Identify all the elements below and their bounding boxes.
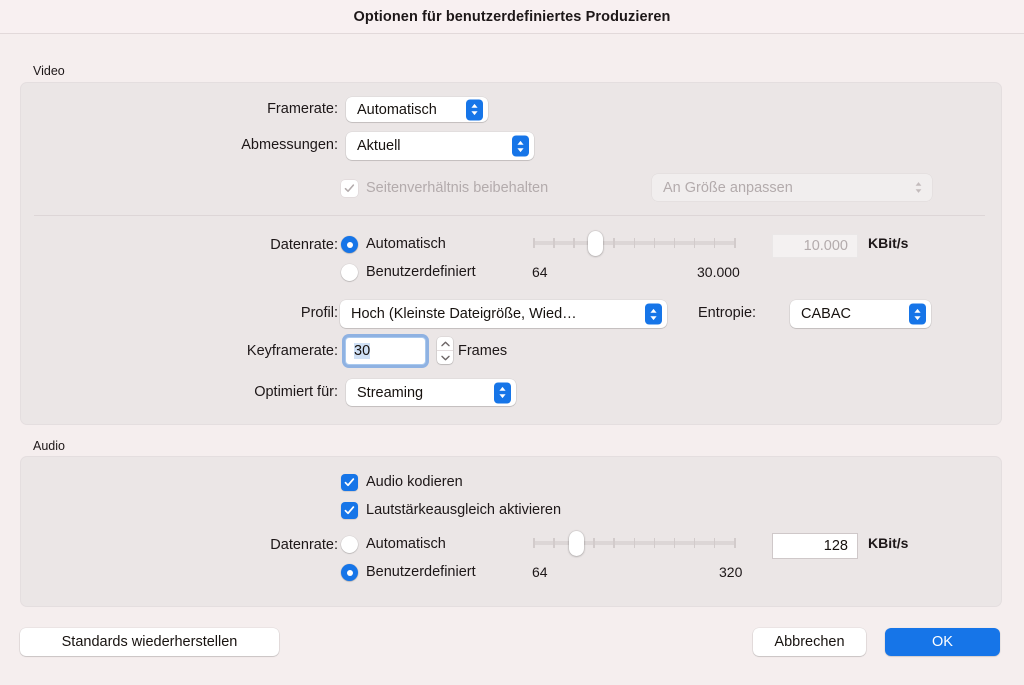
video-slider-max-label: 30.000 [697,264,740,280]
framerate-popup[interactable]: Automatisch [346,97,488,122]
audio-datarate-custom-label: Benutzerdefiniert [366,564,476,580]
entropy-value: CABAC [801,306,851,322]
slider-tick [593,538,595,548]
keyframerate-unit: Frames [458,343,508,359]
slider-tick [653,238,656,248]
checkmark-icon [344,184,355,193]
checkmark-icon [344,506,355,515]
slider-tick [553,238,555,248]
slider-tick [633,538,635,548]
chevron-updown-icon [909,303,926,325]
optimized-for-label: Optimiert für: [254,384,338,400]
slider-tick [653,538,656,548]
framerate-value: Automatisch [357,101,437,118]
video-datarate-value-field[interactable]: 10.000 [772,234,858,258]
window-titlebar: Optionen für benutzerdefiniertes Produzi… [0,0,1024,34]
audio-encode-label: Audio kodieren [366,474,463,490]
profile-value: Hoch (Kleinste Dateigröße, Wied… [351,306,577,322]
chevron-updown-icon [494,382,511,403]
slider-tick [613,238,615,248]
slider-tick [533,538,535,548]
slider-tick [553,538,555,548]
slider-thumb[interactable] [587,231,603,256]
fit-size-value: An Größe anpassen [663,179,793,196]
cancel-button[interactable]: Abbrechen [753,628,866,656]
audio-slider-max-label: 320 [719,564,743,580]
slider-tick [734,538,736,548]
slider-tick [533,238,535,248]
profile-popup[interactable]: Hoch (Kleinste Dateigröße, Wied… [340,300,667,328]
restore-defaults-button[interactable]: Standards wiederherstellen [20,628,279,656]
slider-tick [633,238,635,248]
audio-datarate-auto-label: Automatisch [366,536,446,552]
slider-tick [693,538,696,548]
video-group-label: Video [33,64,65,78]
video-datarate-label: Datenrate: [270,237,338,253]
profile-label: Profil: [300,305,338,321]
video-slider-min-label: 64 [532,264,548,280]
slider-tick [693,238,696,248]
slider-thumb[interactable] [568,531,584,556]
fit-size-popup[interactable]: An Größe anpassen [652,174,932,201]
ok-label: OK [932,634,953,650]
slider-tick [734,238,736,248]
slider-tick [673,238,676,248]
restore-defaults-label: Standards wiederherstellen [61,634,238,650]
video-separator [34,215,985,216]
video-datarate-value: 10.000 [803,238,848,254]
keep-aspect-ratio-label: Seitenverhältnis beibehalten [366,180,549,196]
chevron-updown-icon [512,135,529,157]
audio-datarate-value-field[interactable]: 128 [772,533,858,559]
chevron-updown-icon [645,303,662,325]
audio-groupbox [20,456,1002,607]
audio-datarate-value: 128 [823,538,848,554]
video-datarate-auto-radio[interactable] [341,236,358,253]
optimized-for-value: Streaming [357,384,424,401]
ok-button[interactable]: OK [885,628,1000,656]
entropy-popup[interactable]: CABAC [790,300,931,328]
keyframerate-stepper[interactable] [437,337,453,364]
video-datarate-slider[interactable] [533,231,736,256]
stepper-decrement-button[interactable] [437,351,453,364]
window-title: Optionen für benutzerdefiniertes Produzi… [353,8,671,25]
optimized-for-popup[interactable]: Streaming [346,379,516,406]
entropy-label: Entropie: [698,305,757,321]
cancel-label: Abbrechen [774,634,845,650]
dimensions-popup[interactable]: Aktuell [346,132,534,160]
chevron-updown-icon [910,177,927,198]
dimensions-label: Abmessungen: [241,137,338,153]
chevron-up-icon [440,341,450,346]
keyframerate-value: 30 [354,343,371,359]
stepper-increment-button[interactable] [437,337,453,351]
slider-tick [573,238,575,248]
slider-tick [613,538,615,548]
keep-aspect-ratio-checkbox[interactable] [341,180,358,197]
video-datarate-custom-label: Benutzerdefiniert [366,264,476,280]
audio-normalize-checkbox[interactable] [341,502,358,519]
audio-datarate-auto-radio[interactable] [341,536,358,553]
audio-datarate-label: Datenrate: [270,537,338,553]
framerate-label: Framerate: [267,101,338,117]
slider-tick [673,538,676,548]
audio-normalize-label: Lautstärkeausgleich aktivieren [366,502,562,518]
audio-datarate-custom-radio[interactable] [341,564,358,581]
video-datarate-unit: KBit/s [868,235,909,251]
video-datarate-custom-radio[interactable] [341,264,358,281]
audio-slider-min-label: 64 [532,564,548,580]
audio-group-label: Audio [33,439,65,453]
dimensions-value: Aktuell [357,138,401,154]
slider-tick [713,538,716,548]
audio-encode-checkbox[interactable] [341,474,358,491]
chevron-down-icon [440,355,450,360]
slider-tick [713,238,716,248]
audio-datarate-unit: KBit/s [868,535,909,551]
chevron-updown-icon [466,99,483,120]
video-datarate-auto-label: Automatisch [366,236,446,252]
checkmark-icon [344,478,355,487]
keyframerate-input[interactable]: 30 [345,337,426,365]
keyframerate-label: Keyframerate: [246,343,338,359]
audio-datarate-slider[interactable] [533,531,736,556]
